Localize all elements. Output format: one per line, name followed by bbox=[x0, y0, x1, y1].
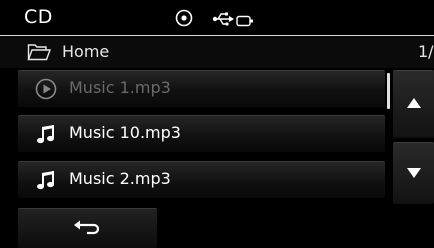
battery-icon bbox=[236, 12, 254, 31]
list-item[interactable]: Music 1.mp3 bbox=[18, 70, 385, 107]
music-note-icon bbox=[35, 123, 57, 149]
bottom-bar bbox=[0, 208, 434, 248]
track-title: Music 1.mp3 bbox=[69, 78, 171, 97]
status-bar: CD bbox=[0, 0, 434, 36]
triangle-up-icon bbox=[407, 98, 421, 108]
source-title: CD bbox=[24, 6, 53, 28]
track-title: Music 2.mp3 bbox=[69, 169, 171, 188]
folder-icon bbox=[27, 43, 52, 65]
list-item[interactable]: Music 2.mp3 bbox=[18, 161, 385, 198]
scroll-down-button[interactable] bbox=[393, 142, 434, 204]
disc-icon bbox=[175, 9, 193, 31]
back-button[interactable] bbox=[18, 208, 157, 248]
track-title: Music 10.mp3 bbox=[69, 123, 181, 142]
usb-icon bbox=[212, 11, 234, 30]
path-bar: Home 1/ bbox=[0, 36, 434, 68]
back-arrow-icon bbox=[74, 220, 100, 235]
list-item[interactable]: Music 10.mp3 bbox=[18, 115, 385, 152]
play-circle-icon bbox=[35, 78, 57, 104]
scroll-indicator bbox=[387, 73, 390, 109]
page-indicator: 1/ bbox=[418, 42, 434, 61]
breadcrumb-folder[interactable]: Home bbox=[62, 42, 109, 61]
music-note-icon bbox=[35, 169, 57, 195]
scroll-up-button[interactable] bbox=[393, 70, 434, 138]
triangle-down-icon bbox=[407, 168, 421, 178]
